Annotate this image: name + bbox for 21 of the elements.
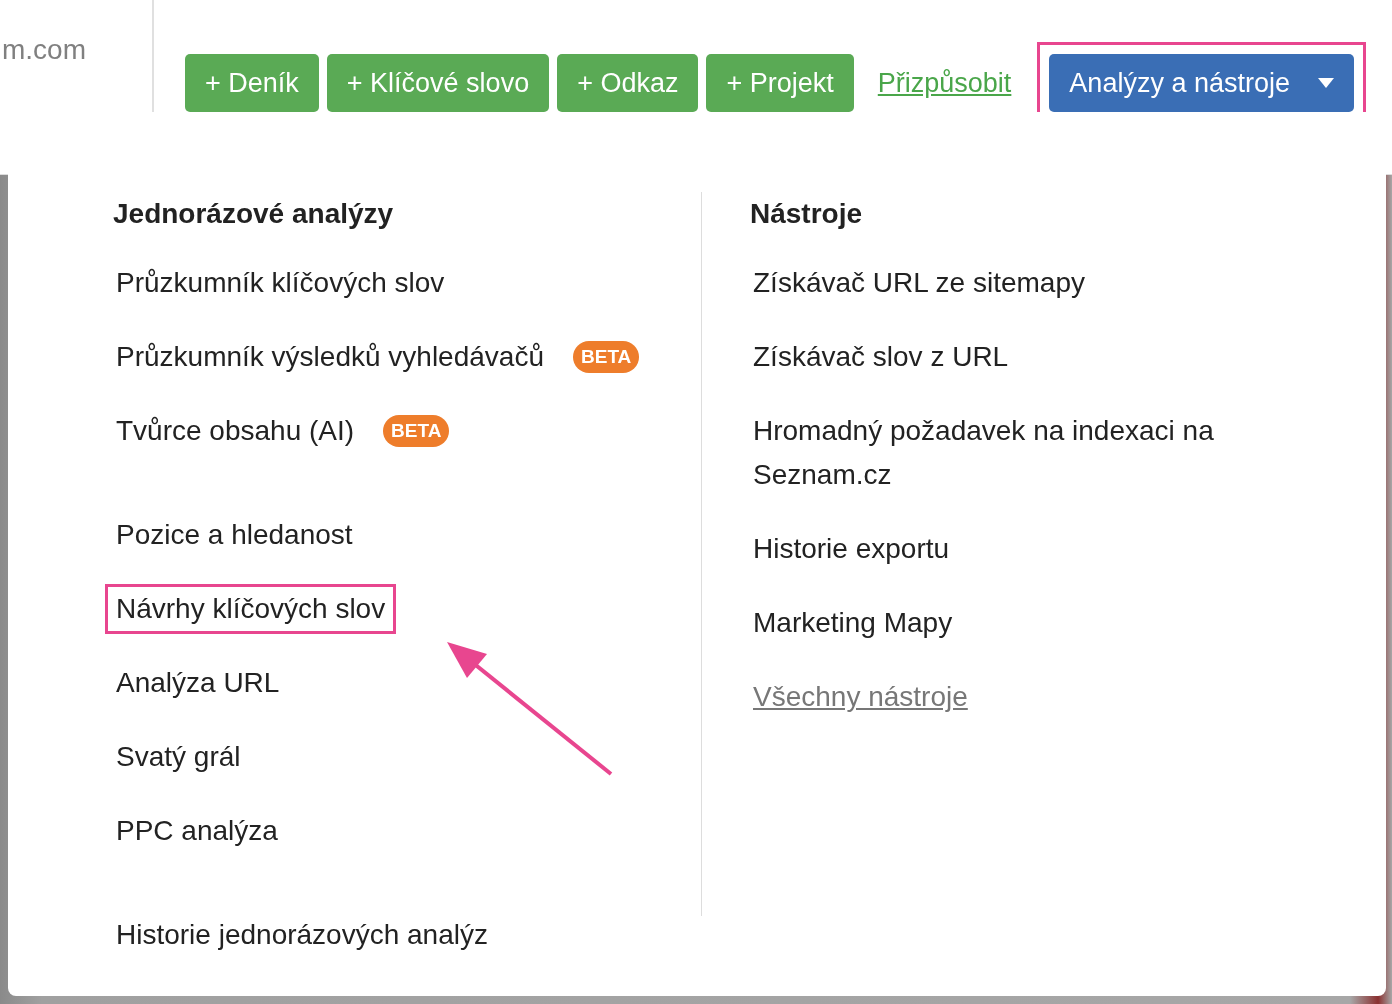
menu-item[interactable]: Pozice a hledanost: [105, 510, 364, 560]
all-tools-link[interactable]: Všechny nástroje: [742, 672, 979, 722]
menu-item[interactable]: Svatý grál: [105, 732, 252, 782]
menu-item[interactable]: Historie jednorázových analýz: [105, 910, 499, 960]
menu-item[interactable]: Průzkumník výsledků vyhledávačů: [105, 332, 555, 382]
logo-text: m.com: [2, 34, 86, 65]
menu-item[interactable]: Tvůrce obsahu (AI): [105, 406, 366, 456]
menu-item[interactable]: Průzkumník klíčových slov: [105, 258, 456, 308]
beta-badge: BETA: [573, 341, 640, 373]
column-heading: Jednorázové analýzy: [113, 197, 395, 231]
menu-item[interactable]: PPC analýza: [105, 806, 289, 856]
beta-badge: BETA: [383, 415, 450, 447]
menu-item[interactable]: Analýza URL: [105, 658, 291, 708]
menu-item[interactable]: Marketing Mapy: [742, 598, 964, 648]
analyses-menu-button[interactable]: Analýzy a nástroje: [1049, 54, 1354, 112]
menu-item[interactable]: Návrhy klíčových slov: [105, 584, 397, 634]
menu-item[interactable]: Získávač URL ze sitemapy: [742, 258, 1096, 308]
column-heading: Nástroje: [750, 197, 864, 231]
menu-item[interactable]: Získávač slov z URL: [742, 332, 1020, 382]
menu-item[interactable]: Hromadný požadavek na indexaci na Seznam.cz: [742, 406, 1270, 500]
menu-item[interactable]: Historie exportu: [742, 524, 961, 574]
